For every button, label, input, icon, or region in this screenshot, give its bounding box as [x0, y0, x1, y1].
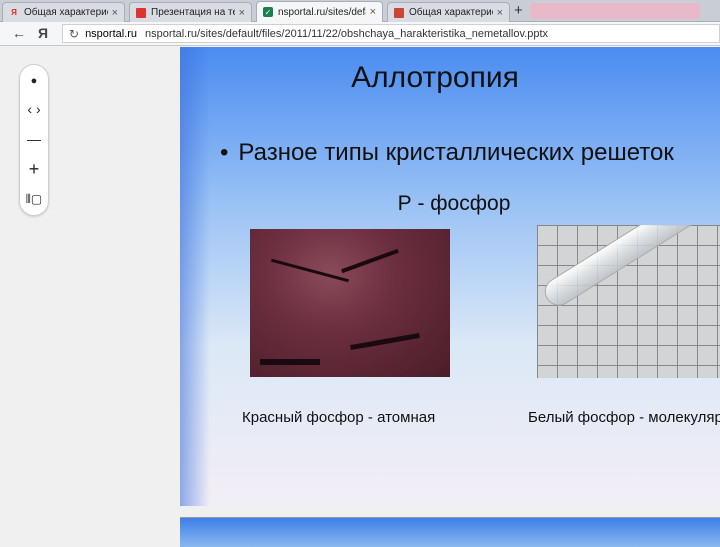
close-icon[interactable]: × [370, 6, 376, 18]
yandex-icon: Я [11, 8, 17, 17]
slide-bullet: • Разное типы кристаллических решеток [220, 139, 674, 167]
check-icon: ✓ [263, 7, 273, 17]
caption-white-phosphorus: Белый фосфор - молекулярная [528, 409, 720, 426]
bullet-icon: • [220, 139, 229, 166]
slide-subtitle: Р - фосфор [397, 192, 511, 215]
dot-icon[interactable]: ● [20, 73, 48, 89]
slide-shade [180, 47, 210, 506]
url-host: nsportal.ru [85, 27, 138, 40]
zoom-controls: ● ‹ › — + ⫴▢ [19, 64, 49, 216]
bullet-text: Разное типы кристаллических решеток [238, 139, 674, 166]
window-controls-area [530, 3, 700, 19]
address-bar: ← Я ↻ nsportal.ru nsportal.ru/sites/defa… [0, 22, 720, 46]
reload-icon[interactable]: ↻ [69, 27, 79, 41]
caption-red-phosphorus: Красный фосфор - атомная [242, 409, 436, 426]
yandex-button[interactable]: Я [38, 25, 48, 41]
close-icon[interactable]: × [239, 7, 245, 19]
tab-title: Общая характеристи [409, 7, 493, 18]
tab-1[interactable]: Я Общая характеристи × [2, 2, 125, 22]
close-icon[interactable]: × [112, 7, 118, 19]
glass-tube-image [539, 225, 703, 311]
url-path: nsportal.ru/sites/default/files/2011/11/… [145, 27, 549, 40]
close-icon[interactable]: × [497, 7, 503, 19]
ppt-icon [394, 7, 404, 18]
white-phosphorus-photo [537, 225, 720, 378]
slide-title: Аллотропия [351, 61, 519, 94]
red-phosphorus-photo [250, 229, 450, 377]
slide: Аллотропия • Разное типы кристаллических … [180, 47, 720, 506]
back-button[interactable]: ← [12, 25, 26, 41]
tab-3-active[interactable]: ✓ nsportal.ru/sites/defa × [256, 1, 383, 22]
tab-2[interactable]: Презентация на тему × [129, 2, 252, 22]
doc-icon [136, 7, 146, 18]
zoom-in-button[interactable]: + [20, 160, 48, 178]
tab-4[interactable]: Общая характеристи × [387, 2, 510, 22]
tab-title: nsportal.ru/sites/defa [278, 6, 366, 18]
fit-width-icon[interactable]: ‹ › [20, 101, 48, 117]
tab-title: Общая характеристи [24, 7, 108, 18]
url-field[interactable]: ↻ nsportal.ru nsportal.ru/sites/default/… [62, 24, 720, 43]
tab-title: Презентация на тему [151, 7, 235, 18]
new-tab-button[interactable]: + [514, 2, 523, 20]
next-slide-preview [180, 517, 720, 547]
zoom-out-button[interactable]: — [20, 131, 48, 147]
pages-view-icon[interactable]: ⫴▢ [20, 191, 48, 207]
tab-bar: Я Общая характеристи × Презентация на те… [0, 0, 720, 22]
